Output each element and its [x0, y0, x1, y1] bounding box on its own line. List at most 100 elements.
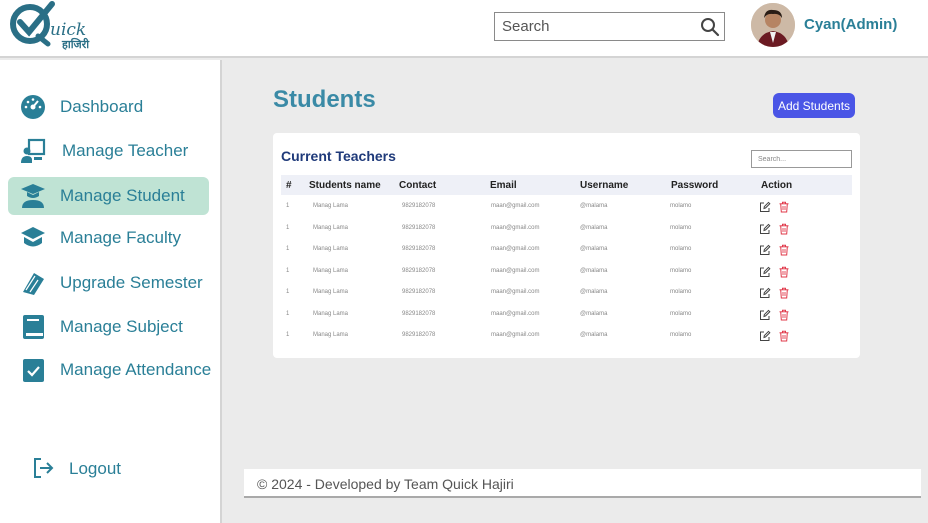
checklist-icon	[23, 359, 44, 382]
edit-icon[interactable]	[759, 201, 771, 213]
table-cell: maan@gmail.com	[491, 289, 540, 295]
avatar[interactable]	[751, 3, 795, 47]
delete-icon[interactable]	[778, 201, 790, 213]
table-cell: @malama	[580, 246, 608, 252]
books-icon	[23, 273, 44, 295]
table-cell: 1	[286, 310, 290, 317]
table-cell: maan@gmail.com	[491, 203, 540, 209]
table-cell: Manag Lama	[313, 224, 349, 231]
delete-icon[interactable]	[778, 244, 790, 256]
speedometer-icon	[21, 95, 45, 119]
column-header: Students name	[309, 180, 381, 191]
column-header: Contact	[399, 180, 437, 191]
add-students-button[interactable]: Add Students	[773, 93, 855, 118]
table-cell: maan@gmail.com	[491, 267, 540, 274]
sidebar-item-label: Manage Attendance	[60, 360, 212, 379]
sidebar-item-manage-subject[interactable]: Manage Subject	[8, 308, 209, 346]
sidebar-item-label: Upgrade Semester	[60, 273, 203, 292]
table-cell: @malama	[580, 310, 608, 317]
table-cell: molamo	[670, 332, 692, 338]
column-header: Action	[761, 180, 793, 191]
sidebar-item-label: Manage Student	[60, 186, 185, 205]
table-row: 1 Manag Lama 9829182078 maan@gmail.com @mala…	[281, 262, 852, 283]
table-cell: molamo	[670, 224, 692, 231]
table-cell: Manag Lama	[313, 332, 349, 338]
edit-icon[interactable]	[759, 223, 771, 235]
table-cell: maan@gmail.com	[491, 246, 540, 252]
edit-icon[interactable]	[759, 266, 771, 278]
table-search-input[interactable]	[751, 150, 852, 168]
footer: © 2024 - Developed by Team Quick Hajiri	[244, 469, 921, 498]
table-row: 1 Manag Lama 9829182078 maan@gmail.com @mala…	[281, 240, 852, 261]
logo-subtext: हाजिरी	[62, 39, 90, 51]
delete-icon[interactable]	[778, 330, 790, 342]
table-cell: 9829182078	[402, 332, 436, 338]
sidebar-item-manage-student[interactable]: Manage Student	[8, 177, 209, 215]
sidebar-item-manage-attendance[interactable]: Manage Attendance	[8, 351, 212, 389]
sidebar-item-label: Dashboard	[60, 97, 144, 116]
table-cell: @malama	[580, 289, 608, 295]
edit-icon[interactable]	[759, 309, 771, 321]
table-cell: maan@gmail.com	[491, 310, 540, 317]
students-table-card: Current Teachers # Students name Contact…	[273, 133, 860, 358]
delete-icon[interactable]	[778, 287, 790, 299]
book-icon	[23, 315, 44, 339]
table-cell: @malama	[580, 224, 608, 231]
table-header: # Students name Contact Email Username P…	[281, 175, 852, 195]
sidebar: Dashboard Manage Teacher Manage Student …	[0, 60, 222, 523]
footer-text: © 2024 - Developed by Team Quick Hajiri	[257, 476, 514, 492]
table-cell: 1	[286, 332, 290, 338]
delete-icon[interactable]	[778, 223, 790, 235]
table-cell: 9829182078	[402, 310, 436, 317]
table-cell: molamo	[670, 203, 692, 209]
student-icon	[21, 184, 45, 208]
column-header: Password	[671, 180, 719, 191]
table-cell: @malama	[580, 267, 608, 274]
table-cell: maan@gmail.com	[491, 224, 540, 231]
edit-icon[interactable]	[759, 287, 771, 299]
delete-icon[interactable]	[778, 266, 790, 278]
user-photo-icon	[751, 3, 795, 47]
table-row: 1 Manag Lama 9829182078 maan@gmail.com @mala…	[281, 219, 852, 240]
top-header: uick हाजिरी Cyan(Admin)	[0, 0, 928, 58]
faculty-icon	[21, 227, 45, 247]
table-cell: 1	[286, 289, 290, 295]
sidebar-item-manage-faculty[interactable]: Manage Faculty	[8, 219, 209, 257]
table-cell: 1	[286, 224, 290, 231]
sidebar-item-label: Manage Subject	[60, 317, 183, 336]
table-cell: @malama	[580, 332, 608, 338]
search-icon[interactable]	[699, 16, 721, 38]
table-cell: 9829182078	[402, 224, 436, 231]
table-cell: Manag Lama	[313, 289, 349, 295]
column-header: #	[286, 180, 292, 191]
sidebar-item-upgrade-semester[interactable]: Upgrade Semester	[8, 264, 209, 302]
table-cell: molamo	[670, 246, 692, 252]
table-cell: @malama	[580, 203, 608, 209]
table-cell: 1	[286, 246, 290, 252]
table-cell: 9829182078	[402, 267, 436, 274]
table-cell: 1	[286, 203, 290, 209]
sidebar-item-dashboard[interactable]: Dashboard	[8, 88, 209, 126]
column-header: Username	[580, 180, 629, 191]
logout-button[interactable]: Logout	[30, 455, 150, 485]
table-row: 1 Manag Lama 9829182078 maan@gmail.com @mala…	[281, 305, 852, 326]
table-cell: maan@gmail.com	[491, 332, 540, 338]
table-cell: molamo	[670, 289, 692, 295]
header-search	[494, 12, 725, 41]
table-cell: 1	[286, 267, 290, 274]
table-row: 1 Manag Lama 9829182078 maan@gmail.com @mala…	[281, 283, 852, 304]
table-row: 1 Manag Lama 9829182078 maan@gmail.com @mala…	[281, 197, 852, 218]
table-cell: Manag Lama	[313, 267, 349, 274]
sidebar-item-label: Manage Faculty	[60, 228, 181, 247]
sidebar-item-manage-teacher[interactable]: Manage Teacher	[8, 132, 209, 170]
delete-icon[interactable]	[778, 309, 790, 321]
teacher-icon	[21, 138, 46, 163]
edit-icon[interactable]	[759, 330, 771, 342]
table-cell: Manag Lama	[313, 246, 349, 252]
quick-hajiri-logo[interactable]: uick हाजिरी	[8, 0, 90, 54]
search-input[interactable]	[495, 13, 695, 40]
edit-icon[interactable]	[759, 244, 771, 256]
column-header: Email	[490, 180, 517, 191]
user-name[interactable]: Cyan(Admin)	[804, 16, 897, 33]
logout-icon	[34, 458, 54, 478]
